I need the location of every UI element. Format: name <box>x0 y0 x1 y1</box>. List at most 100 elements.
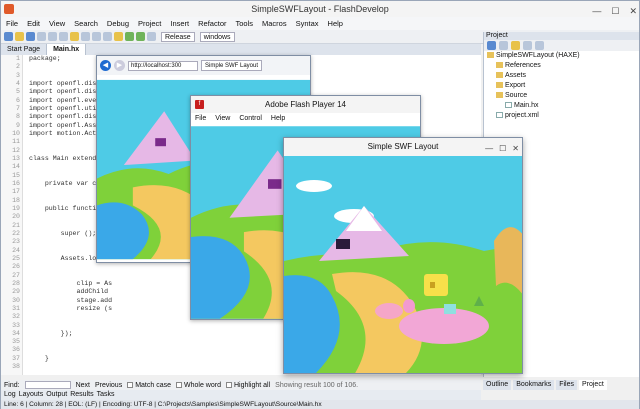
save-icon[interactable] <box>26 32 35 41</box>
line-number: 29 <box>12 288 20 296</box>
properties-icon[interactable] <box>523 41 532 50</box>
menu-syntax[interactable]: Syntax <box>296 17 319 30</box>
panel-tasks[interactable]: Tasks <box>97 390 115 400</box>
add-icon[interactable] <box>487 41 496 50</box>
menu-view[interactable]: View <box>49 17 65 30</box>
menu-project[interactable]: Project <box>138 17 161 30</box>
whole-word-checkbox[interactable]: Whole word <box>176 382 221 389</box>
highlight-all-checkbox[interactable]: Highlight all <box>225 381 271 389</box>
settings-icon[interactable] <box>147 32 156 41</box>
line-number: 17 <box>12 188 20 196</box>
file-icon <box>496 112 503 119</box>
folder-icon <box>496 62 503 69</box>
line-number: 3 <box>16 71 20 79</box>
folder-icon <box>496 72 503 79</box>
target-select[interactable]: windows <box>199 31 235 42</box>
line-number: 5 <box>16 88 20 96</box>
tree-item[interactable]: SimpleSWFLayout (HAXE) <box>484 51 639 61</box>
line-number: 1 <box>16 55 20 62</box>
document-tabs: Start Page Main.hx <box>1 44 481 55</box>
tree-item-label: SimpleSWFLayout (HAXE) <box>496 52 580 59</box>
find-input[interactable] <box>24 381 71 389</box>
folder-icon[interactable] <box>511 41 520 50</box>
build-config-select[interactable]: Release <box>161 31 195 42</box>
flash-menu-view[interactable]: View <box>215 113 230 124</box>
find-status: Showing result 100 of 106. <box>275 381 359 389</box>
tab-outline[interactable]: Outline <box>483 380 512 390</box>
menu-help[interactable]: Help <box>328 17 343 30</box>
title-bar: SimpleSWFLayout - FlashDevelop — ☐ ✕ <box>1 1 639 17</box>
panel-layouts[interactable]: Layouts <box>19 390 44 400</box>
line-number: 28 <box>12 279 20 287</box>
cut-icon[interactable] <box>48 32 57 41</box>
panel-output[interactable]: Output <box>46 390 67 400</box>
line-number: 27 <box>12 271 20 279</box>
refresh-icon[interactable] <box>499 41 508 50</box>
match-case-checkbox[interactable]: Match case <box>127 382 171 389</box>
tree-item[interactable]: project.xml <box>484 111 639 121</box>
build-icon[interactable] <box>125 32 134 41</box>
bookmark-icon[interactable] <box>114 32 123 41</box>
browser-tab[interactable]: Simple SWF Layout <box>201 60 263 71</box>
line-number: 12 <box>12 146 20 154</box>
save-all-icon[interactable] <box>37 32 46 41</box>
tab-files[interactable]: Files <box>556 380 577 390</box>
line-number: 19 <box>12 204 20 212</box>
swf-game-view[interactable] <box>284 156 522 373</box>
copy-icon[interactable] <box>59 32 68 41</box>
menu-debug[interactable]: Debug <box>107 17 129 30</box>
tab-main-hx[interactable]: Main.hx <box>47 44 87 55</box>
line-number: 6 <box>16 96 20 104</box>
line-number: 4 <box>16 79 20 87</box>
status-bar: Line: 6 | Column: 28 | EOL: (LF) | Encod… <box>1 400 639 409</box>
tree-item-label: References <box>505 62 541 69</box>
undo-icon[interactable] <box>81 32 90 41</box>
app-icon <box>4 4 14 14</box>
flash-menu-control[interactable]: Control <box>239 113 262 124</box>
line-number: 21 <box>12 221 20 229</box>
new-file-icon[interactable] <box>4 32 13 41</box>
tab-bookmarks[interactable]: Bookmarks <box>513 380 555 390</box>
line-number: 26 <box>12 263 20 271</box>
find-icon[interactable] <box>103 32 112 41</box>
menu-insert[interactable]: Insert <box>170 17 189 30</box>
tree-item[interactable]: Export <box>484 81 639 91</box>
folder-icon <box>496 82 503 89</box>
paste-icon[interactable] <box>70 32 79 41</box>
tree-item[interactable]: References <box>484 61 639 71</box>
forward-icon[interactable]: ▶ <box>114 60 125 71</box>
menu-edit[interactable]: Edit <box>27 17 40 30</box>
tree-item[interactable]: Source <box>484 91 639 101</box>
line-number: 14 <box>12 163 20 171</box>
tree-item[interactable]: Main.hx <box>484 101 639 111</box>
flash-menu-help[interactable]: Help <box>271 113 285 124</box>
flash-icon: f <box>195 100 204 109</box>
line-number: 22 <box>12 229 20 237</box>
find-previous-button[interactable]: Previous <box>95 382 122 389</box>
flash-menu-file[interactable]: File <box>195 113 206 124</box>
browser-toolbar: ◀ ▶ http://localhost:300 Simple SWF Layo… <box>97 56 310 75</box>
line-number: 25 <box>12 254 20 262</box>
address-bar[interactable]: http://localhost:300 <box>128 60 198 71</box>
tab-start-page[interactable]: Start Page <box>1 44 48 55</box>
open-folder-icon[interactable] <box>15 32 24 41</box>
view-icon[interactable] <box>535 41 544 50</box>
tab-project[interactable]: Project <box>578 380 607 390</box>
panel-log[interactable]: Log <box>4 390 16 400</box>
match-case-label: Match case <box>135 381 171 389</box>
tree-item-label: Source <box>505 92 528 99</box>
run-icon[interactable] <box>136 32 145 41</box>
panel-results[interactable]: Results <box>70 390 93 400</box>
find-next-button[interactable]: Next <box>76 382 90 389</box>
menu-macros[interactable]: Macros <box>262 17 287 30</box>
redo-icon[interactable] <box>92 32 101 41</box>
tree-item-label: Export <box>505 82 526 89</box>
tree-item[interactable]: Assets <box>484 71 639 81</box>
highlight-all-label: Highlight all <box>233 381 271 389</box>
menu-tools[interactable]: Tools <box>236 17 254 30</box>
menu-search[interactable]: Search <box>74 17 98 30</box>
menu-refactor[interactable]: Refactor <box>198 17 226 30</box>
back-icon[interactable]: ◀ <box>100 60 111 71</box>
tree-item-label: Main.hx <box>514 102 539 109</box>
menu-file[interactable]: File <box>6 17 18 30</box>
